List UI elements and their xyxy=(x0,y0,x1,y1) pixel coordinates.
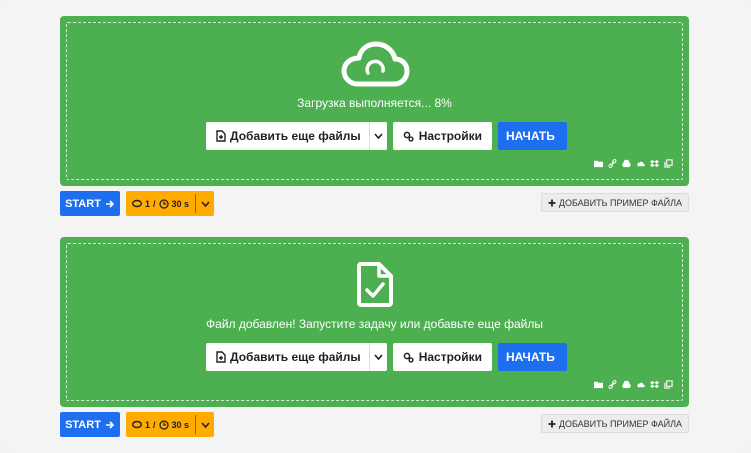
limits-dropdown-toggle[interactable] xyxy=(196,200,214,207)
file-plus-icon xyxy=(216,351,226,363)
google-drive-icon[interactable] xyxy=(622,159,631,168)
chevron-down-icon xyxy=(374,133,383,139)
coins-icon xyxy=(132,199,142,208)
copy-icon[interactable] xyxy=(664,159,673,168)
start-button[interactable]: START xyxy=(60,412,120,437)
task-limits-dropdown[interactable]: 1 / 30 s xyxy=(126,191,215,216)
settings-button[interactable]: Настройки xyxy=(392,122,492,150)
time-limit: 30 s xyxy=(171,419,190,430)
chevron-down-icon xyxy=(200,200,210,207)
onedrive-icon[interactable] xyxy=(636,380,645,389)
task-toolbar-1: START 1 / 30 s xyxy=(60,191,215,216)
plus-icon xyxy=(548,420,556,427)
file-count: 1 xyxy=(145,198,151,209)
limits-dropdown-toggle[interactable] xyxy=(196,421,214,428)
time-limit: 30 s xyxy=(171,198,190,209)
start-conversion-button[interactable]: НАЧАТЬ xyxy=(498,122,567,150)
start-conversion-label: НАЧАТЬ xyxy=(506,350,555,364)
file-count: 1 xyxy=(145,419,151,430)
add-files-label: Добавить еще файлы xyxy=(230,350,361,364)
gears-icon xyxy=(403,131,414,142)
file-plus-icon xyxy=(216,130,226,142)
start-conversion-button[interactable]: НАЧАТЬ xyxy=(498,343,567,371)
google-drive-icon[interactable] xyxy=(622,380,631,389)
arrow-right-icon xyxy=(105,420,115,429)
add-sample-file-label: ДОБАВИТЬ ПРИМЕР ФАЙЛА xyxy=(558,197,682,208)
settings-button[interactable]: Настройки xyxy=(392,343,492,371)
start-label: START xyxy=(65,197,101,210)
chevron-down-icon xyxy=(374,354,383,360)
upload-status-text: Загрузка выполняется... 8% xyxy=(297,96,452,110)
dropbox-icon[interactable] xyxy=(650,380,659,389)
cloud-source-icons xyxy=(594,159,673,168)
card: Загрузка выполняется... 8% Добавить еще … xyxy=(0,0,751,453)
file-added-text: Файл добавлен! Запустите задачу или доба… xyxy=(206,317,543,331)
add-files-dropdown-toggle[interactable] xyxy=(368,122,387,150)
upload-dropzone-file-added[interactable]: Файл добавлен! Запустите задачу или доба… xyxy=(60,237,689,407)
task-limits-info: 1 / 30 s xyxy=(126,199,195,209)
add-files-dropdown-toggle[interactable] xyxy=(368,343,387,371)
gears-icon xyxy=(403,352,414,363)
onedrive-icon[interactable] xyxy=(636,159,645,168)
add-sample-file-button[interactable]: ДОБАВИТЬ ПРИМЕР ФАЙЛА xyxy=(540,193,689,212)
copy-icon[interactable] xyxy=(664,380,673,389)
start-button[interactable]: START xyxy=(60,191,120,216)
add-files-button[interactable]: Добавить еще файлы xyxy=(206,343,369,371)
settings-label: Настройки xyxy=(418,129,482,143)
plus-icon xyxy=(548,199,556,206)
separator-slash: / xyxy=(153,198,156,209)
folder-icon[interactable] xyxy=(594,380,603,389)
add-files-group: Добавить еще файлы xyxy=(206,122,387,150)
arrow-right-icon xyxy=(105,199,115,208)
action-buttons: Добавить еще файлы Настройки НАЧАТЬ xyxy=(206,122,567,150)
add-files-label: Добавить еще файлы xyxy=(230,129,361,143)
add-sample-file-button[interactable]: ДОБАВИТЬ ПРИМЕР ФАЙЛА xyxy=(540,414,689,433)
add-files-button[interactable]: Добавить еще файлы xyxy=(206,122,369,150)
task-limits-info: 1 / 30 s xyxy=(126,420,195,430)
clock-icon xyxy=(158,419,169,430)
file-check-icon xyxy=(356,262,393,307)
add-files-group: Добавить еще файлы xyxy=(206,343,387,371)
chevron-down-icon xyxy=(200,421,210,428)
task-limits-dropdown[interactable]: 1 / 30 s xyxy=(126,412,215,437)
upload-dropzone-uploading[interactable]: Загрузка выполняется... 8% Добавить еще … xyxy=(60,16,689,186)
add-sample-file-label: ДОБАВИТЬ ПРИМЕР ФАЙЛА xyxy=(558,418,682,429)
link-icon[interactable] xyxy=(608,159,617,168)
cloud-source-icons xyxy=(594,380,673,389)
link-icon[interactable] xyxy=(608,380,617,389)
separator-slash: / xyxy=(153,419,156,430)
action-buttons: Добавить еще файлы Настройки НАЧАТЬ xyxy=(206,343,567,371)
settings-label: Настройки xyxy=(418,350,482,364)
coins-icon xyxy=(132,420,142,429)
task-toolbar-2: START 1 / 30 s xyxy=(60,412,215,437)
dropbox-icon[interactable] xyxy=(650,159,659,168)
start-label: START xyxy=(65,418,101,431)
folder-icon[interactable] xyxy=(594,159,603,168)
cloud-upload-icon xyxy=(341,41,409,87)
start-conversion-label: НАЧАТЬ xyxy=(506,129,555,143)
clock-icon xyxy=(158,198,169,209)
